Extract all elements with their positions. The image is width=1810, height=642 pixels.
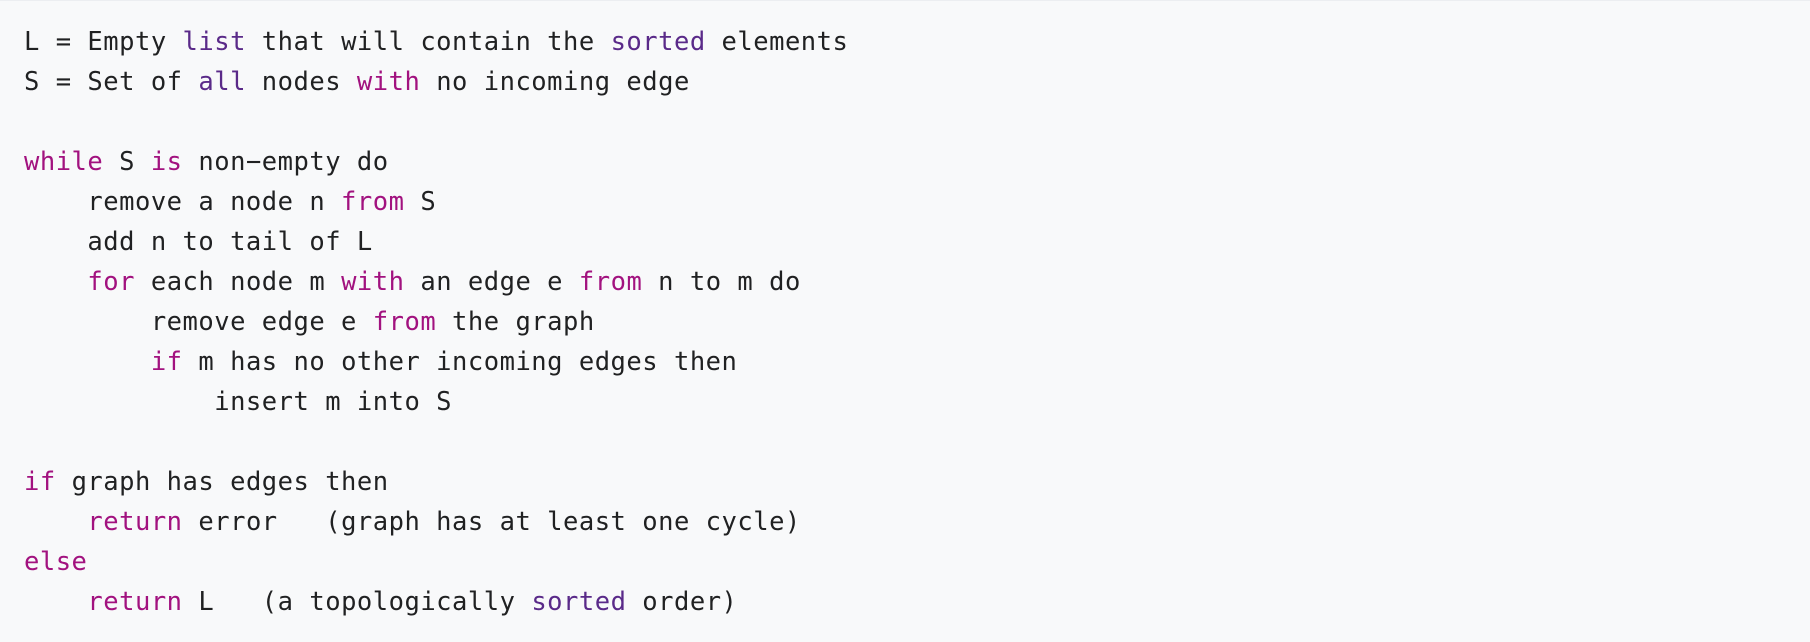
code-text: remove a node n: [24, 187, 342, 217]
code-text: nodes: [245, 67, 357, 97]
code-line: for each node m with an edge e from n to…: [24, 262, 1810, 302]
code-keyword: from: [372, 307, 437, 337]
code-line: L = Empty list that will contain the sor…: [24, 22, 1810, 62]
code-keyword: while: [24, 147, 104, 177]
code-builtin: sorted: [610, 27, 706, 57]
code-block: L = Empty list that will contain the sor…: [0, 0, 1810, 642]
code-keyword: from: [578, 267, 643, 297]
code-text: each node m: [134, 267, 342, 297]
code-keyword: with: [341, 267, 405, 297]
code-builtin: sorted: [531, 587, 627, 617]
code-keyword: is: [150, 147, 183, 177]
code-line: if m has no other incoming edges then: [24, 342, 1810, 382]
code-text: no incoming edge: [420, 67, 690, 97]
code-text: S: [103, 147, 151, 177]
code-text: S: [404, 187, 437, 217]
code-line: return error (graph has at least one cyc…: [24, 502, 1810, 542]
code-text: non−empty do: [182, 147, 389, 177]
code-text: S = Set of: [24, 67, 199, 97]
code-keyword: return: [87, 587, 183, 617]
code-lines: L = Empty list that will contain the sor…: [24, 22, 1810, 622]
code-text: add n to tail of L: [24, 227, 373, 257]
code-line: if graph has edges then: [24, 462, 1810, 502]
code-line: remove a node n from S: [24, 182, 1810, 222]
code-line: insert m into S: [24, 382, 1810, 422]
code-text: L = Empty: [24, 27, 183, 57]
code-text: remove edge e: [24, 307, 373, 337]
code-line: S = Set of all nodes with no incoming ed…: [24, 62, 1810, 102]
code-text: error (graph has at least one cycle): [182, 507, 801, 537]
code-text: m has no other incoming edges then: [182, 347, 738, 377]
code-text: that will contain the: [245, 27, 611, 57]
code-line: return L (a topologically sorted order): [24, 582, 1810, 622]
blank-code-line: [24, 422, 1810, 462]
code-text: the graph: [436, 307, 595, 337]
code-text: order): [626, 587, 738, 617]
code-line: while S is non−empty do: [24, 142, 1810, 182]
code-text: an edge e: [404, 267, 579, 297]
code-line: remove edge e from the graph: [24, 302, 1810, 342]
code-text: elements: [705, 27, 849, 57]
code-keyword: from: [341, 187, 405, 217]
code-text: n to m do: [642, 267, 801, 297]
code-text: L (a topologically: [182, 587, 532, 617]
code-keyword: if: [150, 347, 183, 377]
code-text: graph has edges then: [55, 467, 389, 497]
code-keyword: return: [87, 507, 183, 537]
code-line: else: [24, 542, 1810, 582]
code-text: insert m into S: [24, 387, 453, 417]
code-keyword: with: [356, 67, 421, 97]
code-keyword: if: [24, 467, 56, 497]
code-keyword: for: [87, 267, 135, 297]
code-line: add n to tail of L: [24, 222, 1810, 262]
blank-code-line: [24, 102, 1810, 142]
code-builtin: list: [182, 27, 246, 57]
code-keyword: else: [24, 547, 88, 577]
code-builtin: all: [198, 67, 246, 97]
